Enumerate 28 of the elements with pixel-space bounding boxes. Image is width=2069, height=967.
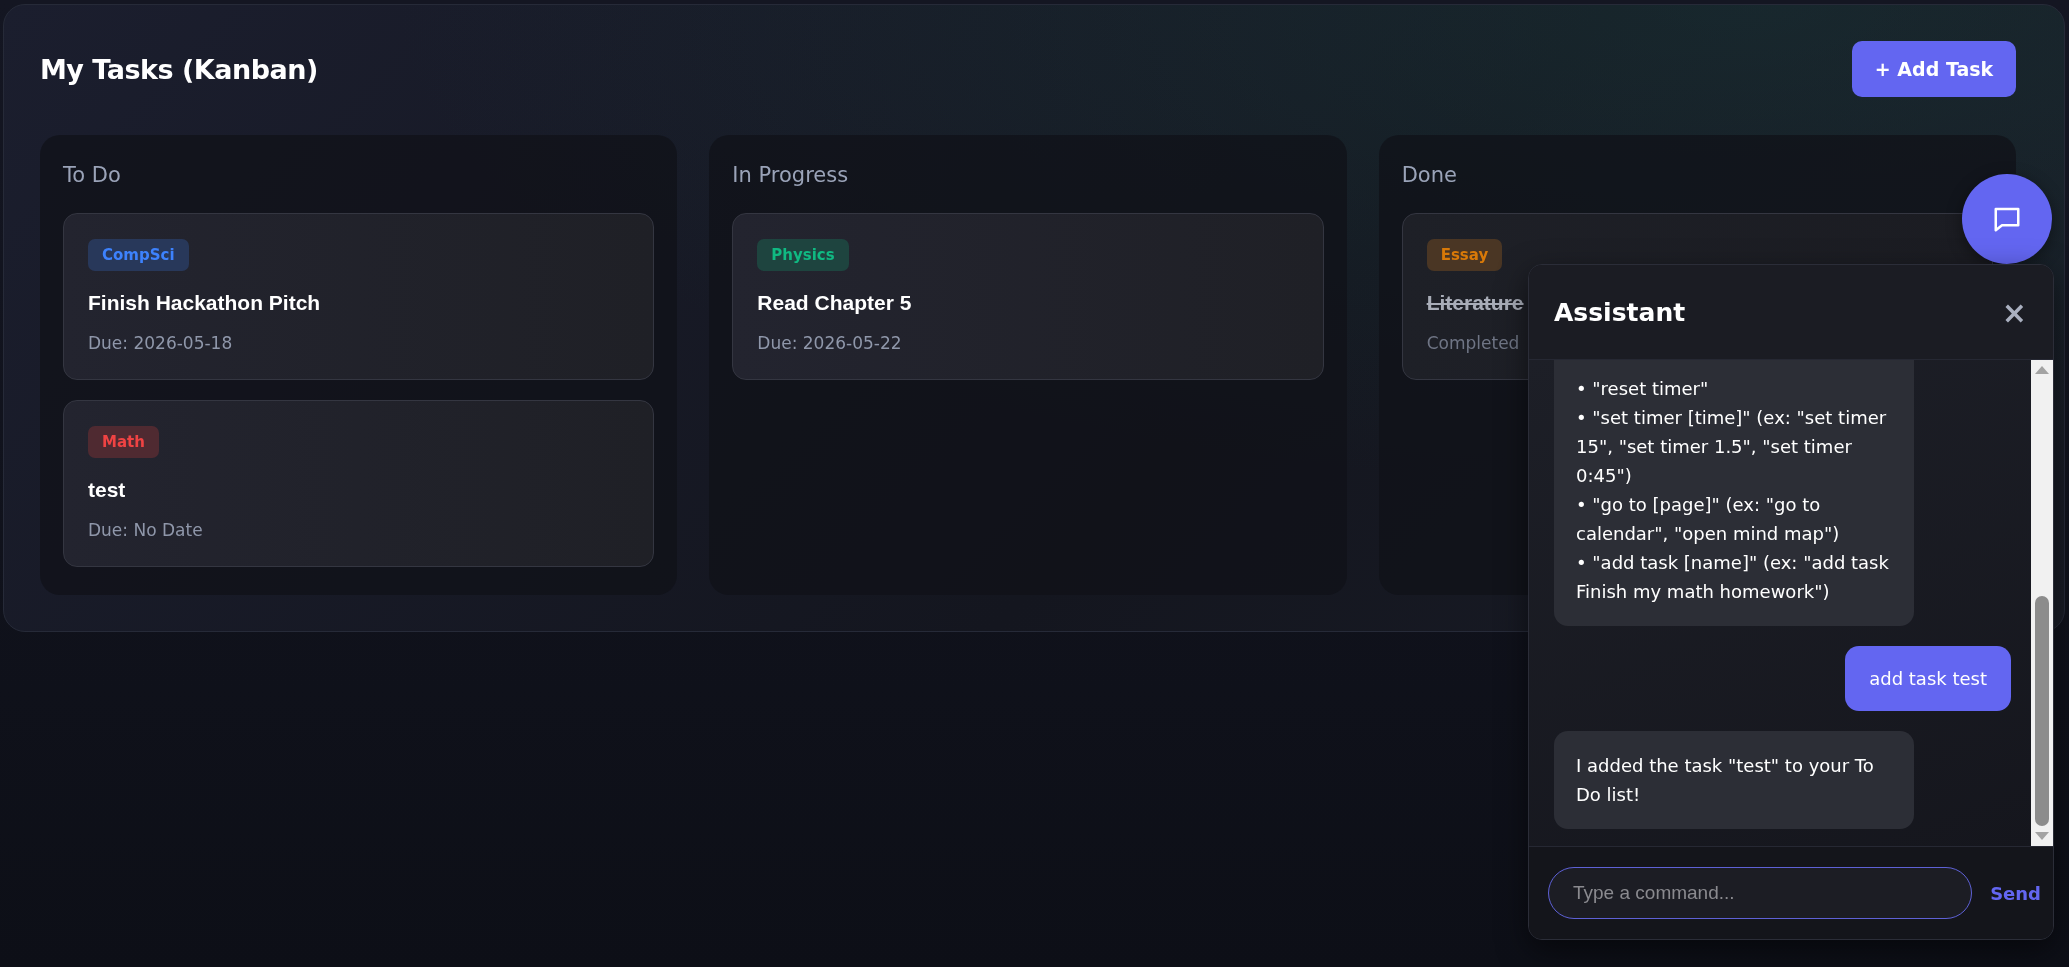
send-button[interactable]: Send [1990,882,2041,904]
due-date: Due: 2026-05-22 [757,333,902,353]
tag-label: Essay [1426,239,1503,271]
due-date: Due: No Date [88,520,203,540]
task-card[interactable]: CompSci Finish Hackathon Pitch Due: 2026-05-18 [63,213,655,380]
page-title: My Tasks (Kanban) [40,53,318,85]
task-title: Literature [1426,291,1524,315]
column-title: In Progress [732,163,850,187]
task-card[interactable]: Math test Due: No Date [63,400,655,567]
task-card[interactable]: Physics Read Chapter 5 Due: 2026-05-22 [732,213,1324,380]
assistant-message: I added the task "test" to your To Do list! [1554,731,1914,829]
scrollbar[interactable] [2031,360,2053,846]
user-message: add task test [1845,646,2011,711]
task-title: Read Chapter 5 [757,291,912,315]
tag-label: Math [88,426,159,458]
add-task-button[interactable]: + Add Task [1852,41,2016,97]
assistant-message: • "reset timer" • "set timer [time]" (ex: "set timer 15", "set timer 1.5", "set timer 0:45") • "go to [page]" (ex: "go to calendar", "open mind map") • "add task [name]" (ex: "add task Finish my math homework") [1554,360,1914,626]
chat-title: Assistant [1554,297,1686,327]
column-title: Done [1401,163,1458,187]
due-date: Due: 2026-05-18 [88,333,233,353]
tag-label: Physics [757,239,849,271]
due-date: Completed [1426,333,1520,353]
task-title: Finish Hackathon Pitch [88,291,321,315]
task-title: test [88,478,126,502]
column-title: To Do [63,163,122,187]
tag-label: CompSci [88,239,189,271]
close-button[interactable]: × [1997,294,2031,330]
command-input-field[interactable]: Type a command... [1548,867,1973,919]
